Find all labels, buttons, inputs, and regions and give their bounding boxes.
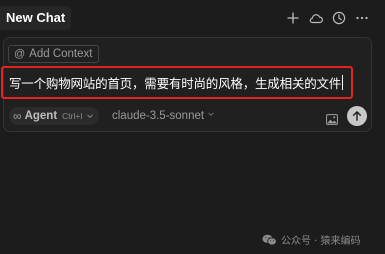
composer-box: @ Add Context 写一个购物网站的首页，需要有时尚的风格，生成相关的文… bbox=[1, 37, 372, 132]
watermark: 公众号 · 猿来编码 bbox=[262, 232, 361, 247]
model-name: claude-3.5-sonnet bbox=[112, 110, 205, 122]
agent-mode-shortcut: Ctrl+I bbox=[62, 111, 83, 121]
plus-icon[interactable] bbox=[285, 10, 301, 26]
wechat-logo-icon bbox=[262, 234, 277, 245]
history-icon[interactable] bbox=[331, 10, 347, 26]
add-context-label: Add Context bbox=[29, 48, 93, 60]
send-arrow-up-icon bbox=[352, 111, 362, 121]
cloud-icon[interactable] bbox=[308, 10, 324, 26]
chat-header: New Chat bbox=[0, 0, 385, 36]
chat-title-tab[interactable]: New Chat bbox=[0, 6, 72, 30]
send-button[interactable] bbox=[347, 106, 367, 126]
agent-mode-selector[interactable]: ∞ Agent Ctrl+I bbox=[9, 107, 99, 125]
infinity-icon: ∞ bbox=[13, 109, 22, 123]
more-icon[interactable] bbox=[354, 10, 370, 26]
chevron-down-icon bbox=[86, 108, 94, 124]
at-icon: @ bbox=[14, 47, 26, 60]
chevron-down-icon bbox=[207, 110, 215, 122]
text-caret bbox=[342, 75, 344, 90]
add-context-button[interactable]: @ Add Context bbox=[8, 45, 100, 63]
agent-mode-label: Agent bbox=[24, 110, 58, 122]
model-selector[interactable]: claude-3.5-sonnet bbox=[112, 108, 215, 124]
chat-panel: New Chat @ Add Context 写一个购物网站的首页，需要有时尚的… bbox=[0, 0, 385, 254]
watermark-text: 公众号 · 猿来编码 bbox=[281, 236, 361, 247]
prompt-input-text: 写一个购物网站的首页，需要有时尚的风格，生成相关的文件 bbox=[9, 76, 342, 91]
image-icon[interactable] bbox=[326, 110, 338, 125]
prompt-input[interactable]: 写一个购物网站的首页，需要有时尚的风格，生成相关的文件 bbox=[1, 66, 353, 99]
